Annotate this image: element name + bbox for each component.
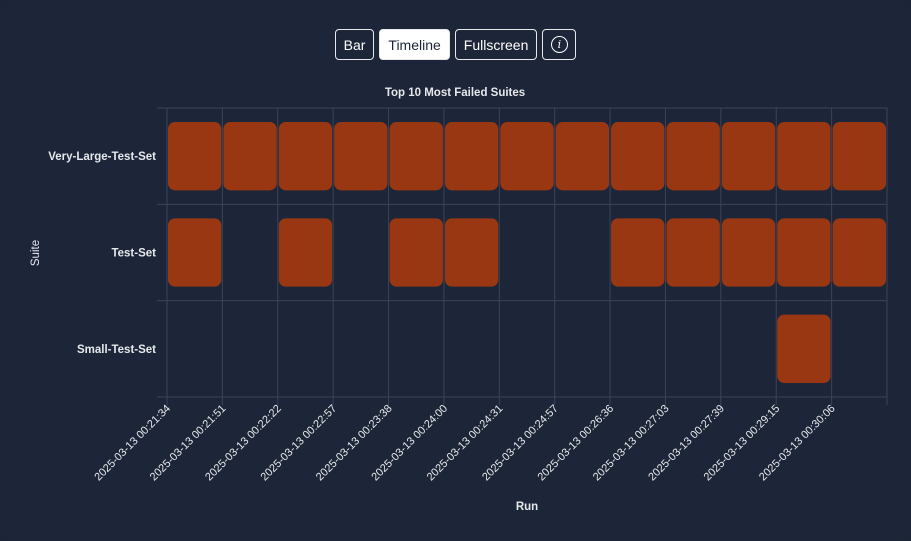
- failure-bar[interactable]: [278, 122, 333, 191]
- failure-bar[interactable]: [832, 218, 886, 287]
- failure-bar[interactable]: [777, 314, 831, 383]
- failure-bar[interactable]: [500, 122, 554, 191]
- chart-title: Top 10 Most Failed Suites: [385, 87, 525, 99]
- y-axis-label: Suite: [30, 240, 42, 266]
- failure-bar[interactable]: [444, 218, 499, 287]
- chart-panel: Bar Timeline Fullscreen i Top 10 Most Fa…: [0, 0, 911, 541]
- failure-bar[interactable]: [444, 122, 499, 191]
- failure-bar[interactable]: [666, 122, 720, 191]
- failure-bar[interactable]: [832, 122, 886, 191]
- failure-bar[interactable]: [611, 122, 665, 191]
- x-axis-label: Run: [516, 501, 538, 513]
- failure-bar[interactable]: [389, 218, 443, 287]
- x-tick-labels: 2025-03-13 00:21:342025-03-13 00:21:5120…: [92, 403, 837, 484]
- failure-bar[interactable]: [777, 122, 831, 191]
- failure-bar[interactable]: [777, 218, 831, 287]
- failure-bar[interactable]: [666, 218, 720, 287]
- failure-bars: [168, 122, 886, 383]
- failure-bar[interactable]: [611, 218, 665, 287]
- failure-bar[interactable]: [168, 122, 222, 191]
- failure-bar[interactable]: [223, 122, 277, 191]
- y-tick-label: Small-Test-Set: [77, 344, 156, 356]
- timeline-chart: Top 10 Most Failed Suites Suite Run Very…: [30, 87, 888, 513]
- failure-bar[interactable]: [555, 122, 610, 191]
- failure-bar[interactable]: [278, 218, 333, 287]
- failure-bar[interactable]: [389, 122, 443, 191]
- y-tick-label: Test-Set: [111, 248, 156, 260]
- failure-bar[interactable]: [721, 218, 776, 287]
- y-tick-label: Very-Large-Test-Set: [48, 151, 156, 163]
- failure-bar[interactable]: [168, 218, 222, 287]
- failure-bar[interactable]: [334, 122, 388, 191]
- failure-bar[interactable]: [721, 122, 776, 191]
- y-tick-labels: Very-Large-Test-Set Test-Set Small-Test-Se…: [48, 151, 156, 356]
